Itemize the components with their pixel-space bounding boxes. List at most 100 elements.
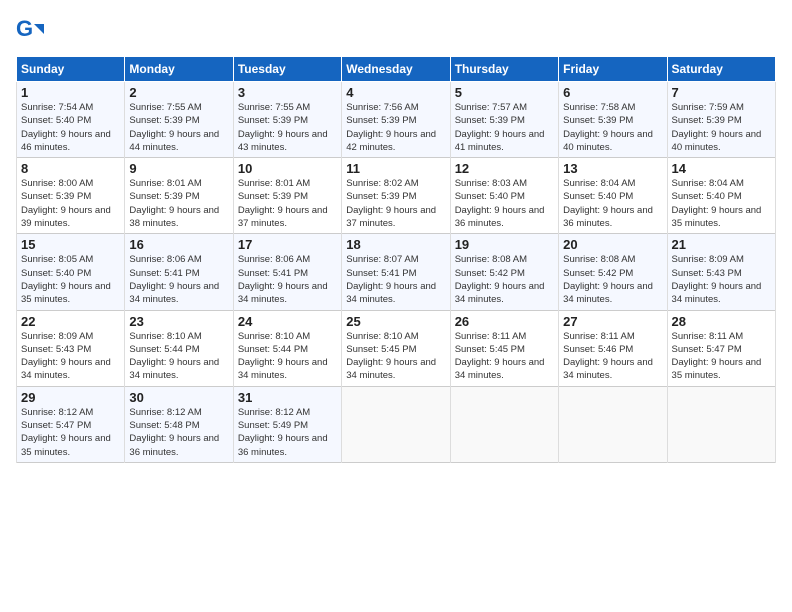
calendar-cell: 27Sunrise: 8:11 AM Sunset: 5:46 PM Dayli… [559,310,667,386]
calendar-cell: 6Sunrise: 7:58 AM Sunset: 5:39 PM Daylig… [559,82,667,158]
calendar-cell: 14Sunrise: 8:04 AM Sunset: 5:40 PM Dayli… [667,158,775,234]
day-info: Sunrise: 8:12 AM Sunset: 5:49 PM Dayligh… [238,406,337,459]
day-info: Sunrise: 8:01 AM Sunset: 5:39 PM Dayligh… [129,177,228,230]
day-info: Sunrise: 8:08 AM Sunset: 5:42 PM Dayligh… [563,253,662,306]
day-number: 16 [129,237,228,252]
day-info: Sunrise: 7:55 AM Sunset: 5:39 PM Dayligh… [129,101,228,154]
calendar-cell: 20Sunrise: 8:08 AM Sunset: 5:42 PM Dayli… [559,234,667,310]
day-header-thursday: Thursday [450,57,558,82]
calendar-cell: 29Sunrise: 8:12 AM Sunset: 5:47 PM Dayli… [17,386,125,462]
calendar-cell: 16Sunrise: 8:06 AM Sunset: 5:41 PM Dayli… [125,234,233,310]
day-header-saturday: Saturday [667,57,775,82]
day-number: 7 [672,85,771,100]
calendar-cell: 30Sunrise: 8:12 AM Sunset: 5:48 PM Dayli… [125,386,233,462]
calendar-cell [667,386,775,462]
calendar-cell: 1Sunrise: 7:54 AM Sunset: 5:40 PM Daylig… [17,82,125,158]
calendar-cell: 23Sunrise: 8:10 AM Sunset: 5:44 PM Dayli… [125,310,233,386]
day-number: 29 [21,390,120,405]
calendar-cell: 10Sunrise: 8:01 AM Sunset: 5:39 PM Dayli… [233,158,341,234]
day-number: 20 [563,237,662,252]
day-number: 4 [346,85,445,100]
day-info: Sunrise: 7:58 AM Sunset: 5:39 PM Dayligh… [563,101,662,154]
calendar-cell: 17Sunrise: 8:06 AM Sunset: 5:41 PM Dayli… [233,234,341,310]
calendar-week-1: 1Sunrise: 7:54 AM Sunset: 5:40 PM Daylig… [17,82,776,158]
day-number: 5 [455,85,554,100]
calendar-cell: 12Sunrise: 8:03 AM Sunset: 5:40 PM Dayli… [450,158,558,234]
logo: G [16,16,48,44]
calendar-cell: 5Sunrise: 7:57 AM Sunset: 5:39 PM Daylig… [450,82,558,158]
calendar-cell: 28Sunrise: 8:11 AM Sunset: 5:47 PM Dayli… [667,310,775,386]
header: G [16,16,776,44]
calendar-table: SundayMondayTuesdayWednesdayThursdayFrid… [16,56,776,463]
calendar-cell: 21Sunrise: 8:09 AM Sunset: 5:43 PM Dayli… [667,234,775,310]
calendar-page: G SundayMondayTuesdayWednesdayThursdayFr… [0,0,792,612]
day-info: Sunrise: 8:00 AM Sunset: 5:39 PM Dayligh… [21,177,120,230]
day-header-tuesday: Tuesday [233,57,341,82]
day-number: 3 [238,85,337,100]
calendar-cell: 9Sunrise: 8:01 AM Sunset: 5:39 PM Daylig… [125,158,233,234]
day-info: Sunrise: 7:55 AM Sunset: 5:39 PM Dayligh… [238,101,337,154]
day-info: Sunrise: 8:11 AM Sunset: 5:46 PM Dayligh… [563,330,662,383]
day-info: Sunrise: 8:03 AM Sunset: 5:40 PM Dayligh… [455,177,554,230]
day-header-sunday: Sunday [17,57,125,82]
day-number: 12 [455,161,554,176]
day-info: Sunrise: 8:07 AM Sunset: 5:41 PM Dayligh… [346,253,445,306]
day-number: 6 [563,85,662,100]
day-number: 24 [238,314,337,329]
calendar-week-3: 15Sunrise: 8:05 AM Sunset: 5:40 PM Dayli… [17,234,776,310]
day-number: 14 [672,161,771,176]
day-info: Sunrise: 8:04 AM Sunset: 5:40 PM Dayligh… [672,177,771,230]
calendar-cell: 11Sunrise: 8:02 AM Sunset: 5:39 PM Dayli… [342,158,450,234]
calendar-cell: 25Sunrise: 8:10 AM Sunset: 5:45 PM Dayli… [342,310,450,386]
day-number: 27 [563,314,662,329]
calendar-cell: 13Sunrise: 8:04 AM Sunset: 5:40 PM Dayli… [559,158,667,234]
day-info: Sunrise: 7:57 AM Sunset: 5:39 PM Dayligh… [455,101,554,154]
day-info: Sunrise: 7:56 AM Sunset: 5:39 PM Dayligh… [346,101,445,154]
day-info: Sunrise: 8:12 AM Sunset: 5:48 PM Dayligh… [129,406,228,459]
calendar-cell: 22Sunrise: 8:09 AM Sunset: 5:43 PM Dayli… [17,310,125,386]
calendar-cell: 4Sunrise: 7:56 AM Sunset: 5:39 PM Daylig… [342,82,450,158]
day-info: Sunrise: 8:04 AM Sunset: 5:40 PM Dayligh… [563,177,662,230]
calendar-week-5: 29Sunrise: 8:12 AM Sunset: 5:47 PM Dayli… [17,386,776,462]
calendar-cell [559,386,667,462]
day-number: 8 [21,161,120,176]
calendar-cell: 7Sunrise: 7:59 AM Sunset: 5:39 PM Daylig… [667,82,775,158]
day-info: Sunrise: 8:11 AM Sunset: 5:47 PM Dayligh… [672,330,771,383]
day-info: Sunrise: 8:11 AM Sunset: 5:45 PM Dayligh… [455,330,554,383]
day-header-wednesday: Wednesday [342,57,450,82]
day-info: Sunrise: 8:01 AM Sunset: 5:39 PM Dayligh… [238,177,337,230]
svg-text:G: G [16,16,33,41]
calendar-week-2: 8Sunrise: 8:00 AM Sunset: 5:39 PM Daylig… [17,158,776,234]
day-number: 11 [346,161,445,176]
calendar-cell: 2Sunrise: 7:55 AM Sunset: 5:39 PM Daylig… [125,82,233,158]
calendar-cell: 24Sunrise: 8:10 AM Sunset: 5:44 PM Dayli… [233,310,341,386]
day-number: 28 [672,314,771,329]
day-number: 31 [238,390,337,405]
calendar-header-row: SundayMondayTuesdayWednesdayThursdayFrid… [17,57,776,82]
calendar-cell: 31Sunrise: 8:12 AM Sunset: 5:49 PM Dayli… [233,386,341,462]
day-info: Sunrise: 8:02 AM Sunset: 5:39 PM Dayligh… [346,177,445,230]
calendar-cell: 26Sunrise: 8:11 AM Sunset: 5:45 PM Dayli… [450,310,558,386]
day-info: Sunrise: 8:09 AM Sunset: 5:43 PM Dayligh… [672,253,771,306]
day-number: 26 [455,314,554,329]
day-number: 13 [563,161,662,176]
day-header-friday: Friday [559,57,667,82]
calendar-cell [450,386,558,462]
day-info: Sunrise: 8:10 AM Sunset: 5:44 PM Dayligh… [238,330,337,383]
day-info: Sunrise: 7:54 AM Sunset: 5:40 PM Dayligh… [21,101,120,154]
day-info: Sunrise: 8:10 AM Sunset: 5:45 PM Dayligh… [346,330,445,383]
day-header-monday: Monday [125,57,233,82]
day-number: 25 [346,314,445,329]
day-number: 18 [346,237,445,252]
day-number: 22 [21,314,120,329]
day-info: Sunrise: 8:09 AM Sunset: 5:43 PM Dayligh… [21,330,120,383]
day-number: 1 [21,85,120,100]
day-number: 21 [672,237,771,252]
calendar-cell: 3Sunrise: 7:55 AM Sunset: 5:39 PM Daylig… [233,82,341,158]
day-info: Sunrise: 8:08 AM Sunset: 5:42 PM Dayligh… [455,253,554,306]
calendar-cell: 19Sunrise: 8:08 AM Sunset: 5:42 PM Dayli… [450,234,558,310]
calendar-cell: 15Sunrise: 8:05 AM Sunset: 5:40 PM Dayli… [17,234,125,310]
calendar-cell: 8Sunrise: 8:00 AM Sunset: 5:39 PM Daylig… [17,158,125,234]
calendar-cell: 18Sunrise: 8:07 AM Sunset: 5:41 PM Dayli… [342,234,450,310]
day-info: Sunrise: 8:10 AM Sunset: 5:44 PM Dayligh… [129,330,228,383]
